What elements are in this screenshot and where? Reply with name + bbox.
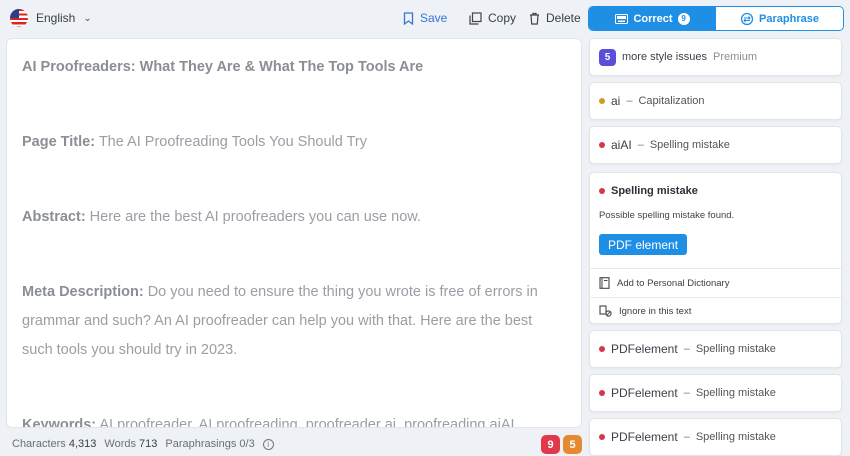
- copy-button[interactable]: Copy: [469, 11, 516, 25]
- expanded-issue-title: Spelling mistake: [611, 185, 698, 197]
- spelling-dot-icon: [599, 434, 605, 440]
- save-label: Save: [420, 11, 448, 25]
- keywords-label: Keywords:: [22, 417, 97, 428]
- delete-label: Delete: [546, 11, 581, 25]
- words-stat: Words 713: [104, 438, 157, 450]
- page-title-text: The AI Proofreading Tools You Should Try: [95, 134, 367, 150]
- characters-stat: Characters 4,313: [12, 438, 96, 450]
- spelling-dot-icon: [599, 142, 605, 148]
- page-title-label: Page Title:: [22, 134, 96, 150]
- divider: [590, 297, 841, 298]
- characters-label: Characters: [12, 438, 66, 450]
- abstract-paragraph: Abstract: Here are the best AI proofread…: [22, 203, 566, 232]
- paraphrase-icon: [740, 12, 754, 25]
- save-button[interactable]: Save: [403, 11, 447, 25]
- issue-kind: Spelling mistake: [649, 139, 730, 151]
- premium-count-badge: 5: [599, 48, 616, 66]
- add-to-dictionary-label: Add to Personal Dictionary: [617, 277, 730, 289]
- issue-word: aiAI: [611, 138, 632, 152]
- issue-kind: Capitalization: [638, 95, 705, 107]
- issue-kind: Spelling mistake: [695, 343, 776, 355]
- info-icon[interactable]: i: [262, 438, 274, 450]
- expanded-issue-description: Possible spelling mistake found.: [599, 210, 735, 221]
- text-editor[interactable]: AI Proofreaders: What They Are & What Th…: [6, 38, 582, 428]
- tab-correct-label: Correct: [633, 12, 673, 25]
- issue-word: ai: [611, 94, 621, 108]
- issue-kind: Spelling mistake: [695, 431, 776, 443]
- issue-separator: –: [683, 387, 690, 399]
- keywords-paragraph: Keywords: AI proofreader, AI proofreadin…: [22, 411, 566, 428]
- spelling-error-word[interactable]: aiAI: [489, 417, 515, 427]
- delete-button[interactable]: Delete: [529, 11, 581, 25]
- capitalization-dot-icon: [599, 98, 605, 104]
- keywords-text: AI proofreader, AI proofreading, proofre…: [96, 417, 385, 428]
- ignore-button[interactable]: Ignore in this text: [599, 305, 691, 317]
- words-label: Words: [104, 438, 136, 450]
- premium-tag: Premium: [712, 51, 757, 63]
- tab-paraphrase-label: Paraphrase: [759, 12, 819, 25]
- paraphrasings-stat: Paraphrasings 0/3: [165, 438, 255, 450]
- trash-icon: [530, 12, 539, 25]
- us-flag-icon: [10, 9, 28, 27]
- ignore-label: Ignore in this text: [619, 305, 692, 317]
- language-selector[interactable]: English ⌄: [10, 9, 92, 27]
- characters-value: 4,313: [68, 438, 97, 450]
- spelling-dot-icon: [599, 390, 605, 396]
- style-count-badge[interactable]: 5: [563, 435, 582, 454]
- correct-count-badge: 9: [677, 12, 690, 25]
- issue-kind: Spelling mistake: [695, 387, 776, 399]
- issue-word: PDFelement: [611, 342, 678, 356]
- premium-issues-card[interactable]: 5 more style issues Premium: [589, 38, 842, 76]
- issue-separator: –: [683, 343, 690, 355]
- spelling-dot-icon: [599, 188, 605, 194]
- spelling-dot-icon: [599, 346, 605, 352]
- expanded-issue-header: Spelling mistake: [599, 185, 698, 197]
- language-label: English: [36, 11, 76, 25]
- divider: [590, 268, 841, 269]
- tab-paraphrase[interactable]: Paraphrase: [716, 7, 843, 30]
- copy-label: Copy: [488, 11, 517, 25]
- chevron-down-icon: ⌄: [83, 12, 92, 24]
- words-value: 713: [139, 438, 158, 450]
- issue-word: PDFelement: [611, 386, 678, 400]
- top-bar: English ⌄ Save Copy Delete Correct 9 Par…: [0, 0, 850, 36]
- issue-separator: –: [626, 95, 633, 107]
- status-bar: Characters 4,313 Words 713 Paraphrasings…: [12, 438, 274, 450]
- issue-card[interactable]: PDFelement – Spelling mistake: [589, 330, 842, 368]
- issue-card[interactable]: aiAI – Spelling mistake: [589, 126, 842, 164]
- meta-description-label: Meta Description:: [22, 284, 144, 300]
- dictionary-icon: [599, 277, 610, 289]
- add-to-dictionary-button[interactable]: Add to Personal Dictionary: [599, 277, 729, 289]
- article-title: AI Proofreaders: What They Are & What Th…: [22, 53, 566, 82]
- keywords-text-3: ,: [514, 417, 519, 428]
- issue-separator: –: [683, 431, 690, 443]
- abstract-text: Here are the best AI proofreaders you ca…: [85, 209, 421, 225]
- issue-card[interactable]: PDFelement – Spelling mistake: [589, 374, 842, 412]
- tab-correct[interactable]: Correct 9: [589, 7, 716, 30]
- page-title-paragraph: Page Title: The AI Proofreading Tools Yo…: [22, 128, 566, 157]
- abstract-label: Abstract:: [22, 209, 86, 225]
- premium-text: more style issues: [622, 51, 707, 63]
- bookmark-icon: [403, 11, 414, 25]
- keyboard-icon: [615, 13, 629, 24]
- title-text: AI Proofreaders: What They Are & What Th…: [22, 59, 424, 75]
- expanded-issue-card: Spelling mistake Possible spelling mista…: [589, 172, 842, 324]
- mode-tabs: Correct 9 Paraphrase: [588, 6, 844, 31]
- keywords-text-2: , proofreading: [396, 417, 490, 428]
- suggestion-button[interactable]: PDF element: [599, 234, 688, 255]
- issue-card[interactable]: PDFelement – Spelling mistake: [589, 418, 842, 456]
- ignore-icon: [599, 305, 612, 317]
- issue-word: PDFelement: [611, 430, 678, 444]
- copy-icon: [469, 11, 482, 25]
- meta-description-paragraph: Meta Description: Do you need to ensure …: [22, 278, 566, 365]
- capitalization-error-word[interactable]: ai: [384, 417, 397, 427]
- issue-separator: –: [637, 139, 644, 151]
- issue-card[interactable]: ai – Capitalization: [589, 82, 842, 120]
- error-count-badge[interactable]: 9: [541, 435, 560, 454]
